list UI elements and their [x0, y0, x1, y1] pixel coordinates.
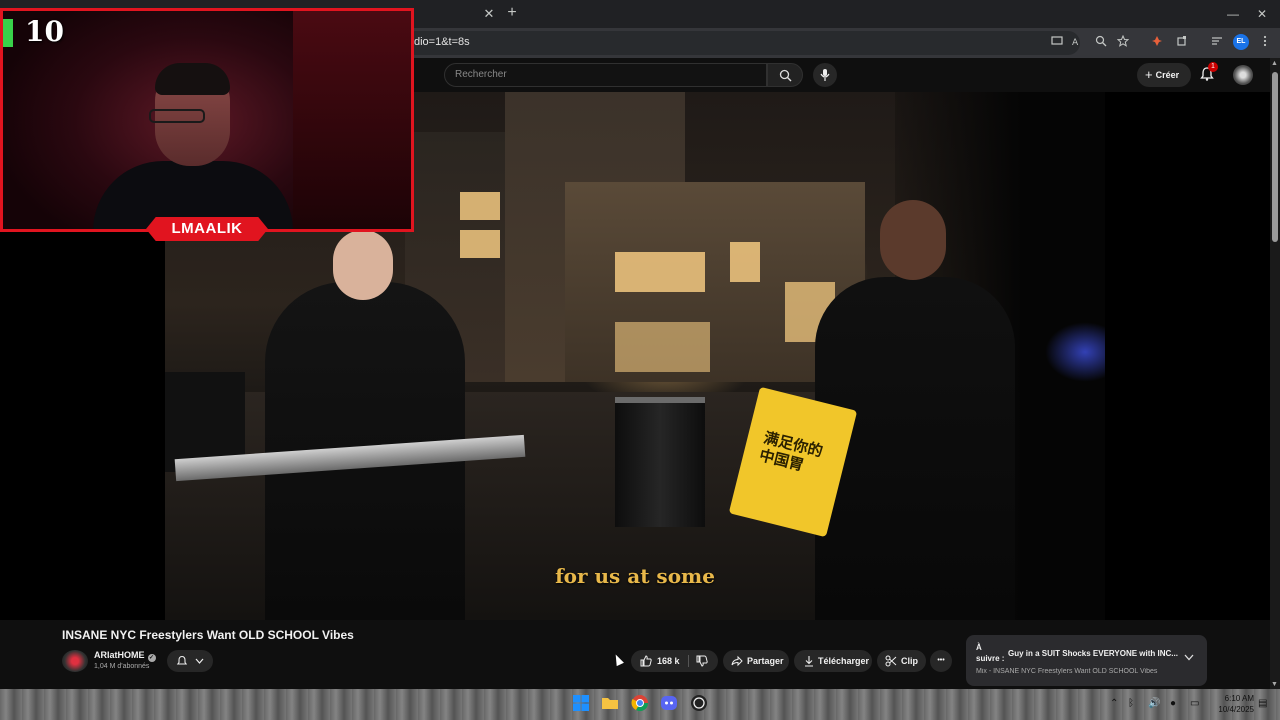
- extension-leaf-icon[interactable]: [1148, 34, 1166, 52]
- streamer-webcam: 10: [0, 8, 414, 232]
- cast-icon[interactable]: [1048, 34, 1066, 52]
- url-text: dio=1&t=8s: [414, 36, 470, 48]
- verified-check-icon: ✓: [147, 654, 156, 662]
- svg-text:A: A: [1072, 38, 1079, 47]
- person-head: [880, 200, 946, 280]
- channel-name[interactable]: ARIatHOME ✓: [94, 650, 156, 662]
- bell-icon: [176, 655, 188, 665]
- chevron-down-icon[interactable]: [1184, 653, 1194, 664]
- create-label: Créer: [1155, 70, 1180, 80]
- windows-start-icon[interactable]: [572, 694, 592, 714]
- scroll-down-arrow-icon[interactable]: ▼: [1271, 681, 1278, 688]
- clock-time: 6:10 AM: [1224, 694, 1254, 703]
- plus-icon: +: [1145, 67, 1153, 82]
- video-title: INSANE NYC Freestylers Want OLD SCHOOL V…: [62, 628, 354, 642]
- browser-menu-icon[interactable]: [1256, 34, 1274, 52]
- share-arrow-icon: [731, 655, 743, 667]
- network-icon[interactable]: ▭: [1190, 698, 1199, 709]
- clock-date: 10/4/2025: [1218, 705, 1254, 714]
- notification-center-icon[interactable]: ▤: [1258, 698, 1267, 709]
- bookmark-star-icon[interactable]: [1114, 34, 1132, 52]
- shop-window: [615, 322, 710, 372]
- close-window-button[interactable]: ✕: [1247, 4, 1277, 24]
- microphone-tray-icon[interactable]: ●: [1170, 698, 1176, 709]
- create-button[interactable]: + Créer: [1137, 63, 1191, 87]
- up-next-label: À suivre :: [976, 643, 1005, 663]
- account-avatar[interactable]: [1233, 65, 1253, 85]
- download-label: Télécharger: [818, 656, 870, 666]
- video-subtitle: for us at some: [555, 564, 715, 588]
- extensions-puzzle-icon[interactable]: [1173, 34, 1191, 52]
- download-button[interactable]: Télécharger: [794, 650, 872, 672]
- translate-icon[interactable]: A: [1068, 34, 1086, 52]
- like-divider: [688, 655, 689, 667]
- like-dislike-group: 168 k: [631, 650, 718, 672]
- discord-icon[interactable]: [660, 694, 680, 714]
- clip-button[interactable]: Clip: [877, 650, 926, 672]
- subscriber-count: 1,04 M d'abonnés: [94, 663, 150, 670]
- scroll-thumb[interactable]: [1272, 72, 1278, 242]
- share-label: Partager: [747, 656, 784, 666]
- blue-light: [1045, 322, 1105, 382]
- download-icon: [805, 656, 813, 667]
- volume-icon[interactable]: 🔊: [1148, 698, 1160, 709]
- search-input[interactable]: Rechercher: [444, 63, 767, 87]
- clip-label: Clip: [901, 656, 918, 666]
- profile-avatar[interactable]: EL: [1233, 34, 1249, 50]
- share-button[interactable]: Partager: [723, 650, 789, 672]
- search-icon: [779, 69, 792, 82]
- counter-marker: [3, 19, 13, 47]
- like-count[interactable]: 168 k: [657, 650, 680, 672]
- up-next-title[interactable]: Guy in a SUIT Shocks EVERYONE with INC..…: [1008, 649, 1178, 658]
- glasses: [149, 109, 205, 123]
- zoom-icon[interactable]: [1092, 34, 1110, 52]
- background-door: [293, 11, 411, 229]
- search-button[interactable]: [767, 63, 803, 87]
- tray-chevron-icon[interactable]: ⌃: [1110, 698, 1118, 709]
- overlay-counter: 10: [25, 15, 64, 48]
- voice-search-button[interactable]: [813, 63, 837, 87]
- chrome-icon[interactable]: [631, 694, 651, 714]
- chevron-down-icon: [195, 658, 204, 664]
- lit-window: [730, 242, 760, 282]
- search-placeholder: Rechercher: [455, 69, 507, 80]
- obs-icon[interactable]: [690, 694, 710, 714]
- up-next-card[interactable]: À suivre : Guy in a SUIT Shocks EVERYONE…: [966, 635, 1207, 686]
- more-actions-button[interactable]: •••: [930, 650, 952, 672]
- like-thumb-icon[interactable]: [640, 655, 652, 667]
- address-bar[interactable]: dio=1&t=8s A: [404, 31, 1130, 55]
- streamer-name-tag: LMAALIK: [146, 217, 268, 241]
- dislike-thumb-icon[interactable]: [696, 655, 708, 667]
- scissors-icon: [885, 655, 897, 667]
- up-next-subtitle: Mix - INSANE NYC Freestylers Want OLD SC…: [976, 668, 1158, 675]
- streamer-hair: [155, 63, 230, 95]
- microphone-icon: [820, 69, 830, 81]
- screen: ✕ + — ✕ dio=1&t=8s A EL Rechercher + Cré…: [0, 0, 1280, 720]
- channel-avatar[interactable]: [62, 650, 88, 672]
- bluetooth-icon[interactable]: ᛒ: [1128, 698, 1134, 709]
- notification-badge: 1: [1208, 62, 1218, 72]
- lit-window: [615, 252, 705, 292]
- media-queue-icon[interactable]: [1208, 34, 1226, 52]
- scroll-up-arrow-icon[interactable]: ▲: [1271, 60, 1278, 67]
- channel-name-text: ARIatHOME: [94, 650, 145, 660]
- file-explorer-icon[interactable]: [601, 694, 621, 714]
- subscription-bell-button[interactable]: [167, 650, 213, 672]
- lit-window: [460, 230, 500, 258]
- person-head: [333, 230, 393, 300]
- bag-text: 满足你的 中国胃: [757, 429, 825, 475]
- taskbar-clock[interactable]: 6:10 AM 10/4/2025: [1212, 693, 1254, 715]
- windows-taskbar: ⌃ ᛒ 🔊 ● ▭ 6:10 AM 10/4/2025 ▤: [0, 689, 1280, 720]
- new-tab-icon[interactable]: +: [503, 4, 521, 22]
- page-scrollbar[interactable]: ▲ ▼: [1270, 58, 1280, 690]
- trash-can: [615, 397, 705, 527]
- tab-close-icon[interactable]: ✕: [480, 5, 498, 23]
- maximize-button[interactable]: [1219, 4, 1249, 24]
- lit-window: [460, 192, 500, 220]
